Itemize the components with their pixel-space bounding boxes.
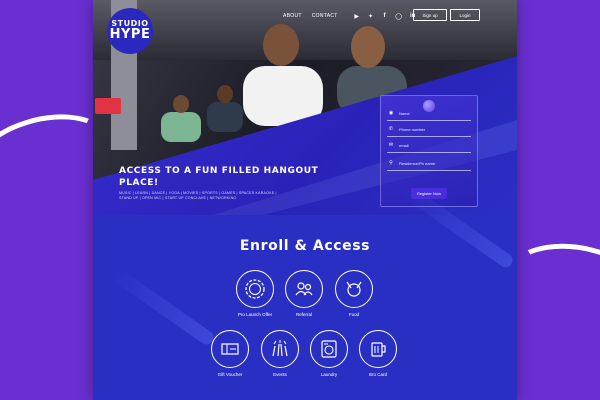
facebook-icon[interactable]: f	[378, 13, 392, 19]
nav-link-contact[interactable]: CONTACT	[312, 13, 338, 19]
person	[161, 112, 201, 142]
feature-label: Bro Card	[368, 372, 387, 377]
residence-input[interactable]	[399, 159, 469, 168]
login-button[interactable]: Login	[450, 9, 480, 21]
email-field-row: ✉	[387, 140, 471, 153]
youtube-icon[interactable]: ▶	[350, 13, 364, 20]
hero-subtitle: MUSIC | LEARN | DANCE | YOGA | MOVIES | …	[119, 191, 277, 200]
user-icon: ◉	[388, 110, 394, 116]
email-input[interactable]	[399, 141, 469, 150]
residence-field-row: ⚲	[387, 158, 471, 171]
name-field-row: ◉	[387, 108, 471, 121]
hero-title: ACCESS TO A FUN FILLED HANGOUT PLACE!	[119, 166, 319, 188]
website-page: STUDIO HYPE ABOUT CONTACT ▶ ✦ f ◯ in Sig…	[93, 0, 517, 400]
mail-icon: ✉	[388, 142, 394, 148]
feature-label: Food	[348, 312, 360, 317]
twitter-icon[interactable]: ✦	[364, 13, 378, 20]
location-pin-icon: ⚲	[389, 160, 393, 166]
social-links: ▶ ✦ f ◯ in	[350, 13, 420, 20]
gift-voucher-icon	[211, 330, 249, 368]
phone-input[interactable]	[399, 125, 469, 134]
food-icon	[335, 270, 373, 308]
registration-form: ◉ ✆ ✉ ⚲ Register Now	[380, 95, 478, 207]
phone-icon: ✆	[388, 126, 394, 132]
phone-field-row: ✆	[387, 124, 471, 137]
name-input[interactable]	[399, 109, 469, 118]
brand-line-2: HYPE	[109, 27, 151, 42]
person	[207, 102, 243, 132]
referral-icon	[285, 270, 323, 308]
signup-button[interactable]: Sign up	[413, 9, 447, 21]
feature-food[interactable]: Food	[319, 270, 389, 317]
feature-bro-card[interactable]: Bro Card	[343, 330, 413, 377]
section-title: Enroll & Access	[239, 238, 371, 254]
instagram-icon[interactable]: ◯	[392, 13, 406, 20]
brand-logo[interactable]: STUDIO HYPE	[107, 8, 153, 54]
brand-line-1: STUDIO	[111, 19, 149, 28]
top-nav: ABOUT CONTACT ▶ ✦ f ◯ in	[283, 10, 420, 22]
nav-link-about[interactable]: ABOUT	[283, 13, 302, 19]
mug-icon	[359, 330, 397, 368]
